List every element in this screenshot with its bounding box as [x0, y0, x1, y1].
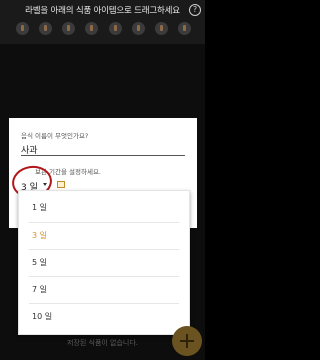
food-icon-4[interactable]: [85, 22, 99, 35]
food-icon-7[interactable]: [154, 22, 168, 35]
food-icon-1[interactable]: [16, 22, 29, 35]
add-button[interactable]: [172, 326, 202, 356]
dropdown-option-10[interactable]: 10 일: [19, 303, 189, 330]
food-tag-icon: [57, 181, 65, 188]
instruction-text: 라벨을 아래의 식품 아이템으로 드래그하세요: [25, 6, 180, 16]
question-name-label: 음식 이름이 무엇인가요?: [21, 132, 89, 140]
food-icon-3[interactable]: [62, 22, 76, 35]
dropdown-option-7[interactable]: 7 일: [19, 276, 189, 303]
top-bar: 라벨을 아래의 식품 아이템으로 드래그하세요 ?: [0, 0, 205, 44]
dropdown-option-5[interactable]: 5 일: [19, 249, 189, 276]
food-icon-6[interactable]: [131, 22, 145, 35]
food-icon-8[interactable]: [177, 22, 191, 35]
period-select[interactable]: 3 일: [9, 146, 79, 201]
help-icon[interactable]: ?: [189, 4, 201, 16]
dropdown-option-3[interactable]: 3 일: [19, 222, 189, 249]
food-icon-row: [16, 22, 191, 35]
period-dropdown-menu: 1 일 3 일 5 일 7 일 10 일: [18, 190, 190, 335]
food-icon-5[interactable]: [108, 22, 122, 35]
food-icon-2[interactable]: [39, 22, 53, 35]
dropdown-option-1[interactable]: 1 일: [19, 194, 189, 221]
